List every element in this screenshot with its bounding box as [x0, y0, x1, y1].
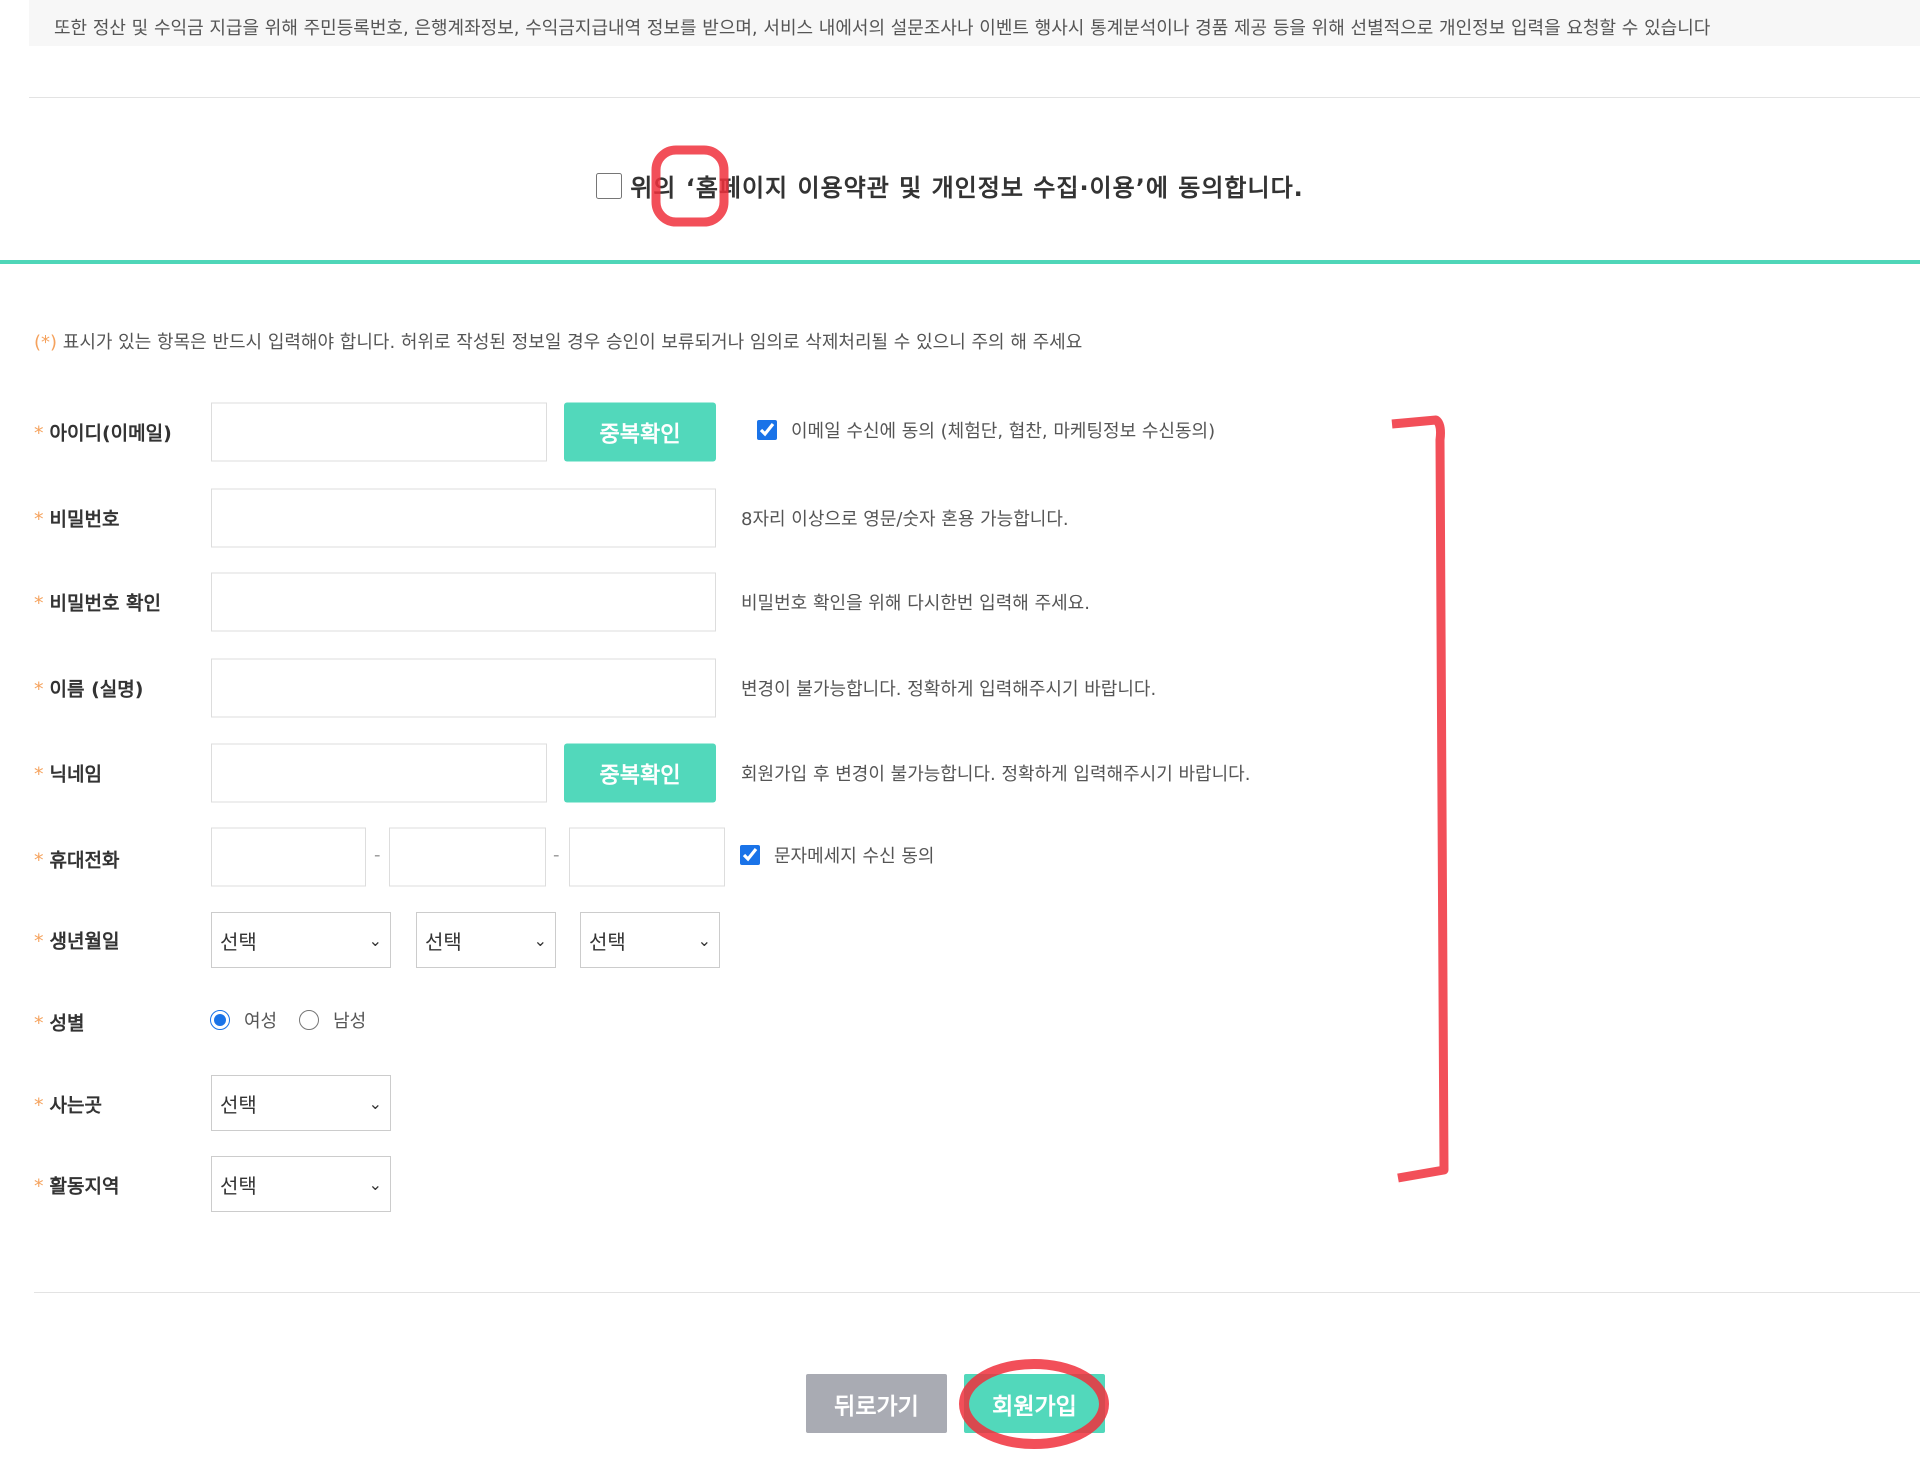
required-star: * — [34, 508, 44, 531]
chevron-down-icon: ⌄ — [368, 1174, 382, 1194]
residence-select[interactable]: 선택 ⌄ — [211, 1075, 391, 1131]
label-text: 아이디(이메일) — [49, 422, 172, 445]
id-duplicate-check-button[interactable]: 중복확인 — [564, 402, 716, 462]
phone-part2-input[interactable] — [389, 827, 546, 887]
divider — [34, 1292, 1920, 1293]
id-input[interactable] — [211, 402, 547, 462]
join-button[interactable]: 회원가입 — [964, 1374, 1105, 1433]
gender-male-radio[interactable] — [299, 1010, 320, 1030]
label-residence: * 사는곳 — [34, 1091, 102, 1118]
password-confirm-hint: 비밀번호 확인을 위해 다시한번 입력해 주세요. — [741, 593, 1090, 614]
birth-year-select[interactable]: 선택 ⌄ — [211, 912, 391, 968]
chevron-down-icon: ⌄ — [368, 930, 382, 950]
label-nickname: * 닉네임 — [34, 760, 102, 787]
email-consent: 이메일 수신에 동의 (체험단, 협찬, 마케팅정보 수신동의) — [757, 417, 1215, 443]
terms-text-box: 또한 정산 및 수익금 지급을 위해 주민등록번호, 은행계좌정보, 수익금지급… — [29, 0, 1920, 46]
label-password-confirm: * 비밀번호 확인 — [34, 589, 161, 616]
label-phone: * 휴대전화 — [34, 846, 119, 873]
label-gender: * 성별 — [34, 1009, 84, 1036]
password-confirm-input[interactable] — [211, 572, 716, 632]
label-text: 닉네임 — [49, 763, 102, 786]
phone-part3-input[interactable] — [569, 827, 725, 887]
required-star: * — [34, 1094, 44, 1117]
nickname-input[interactable] — [211, 743, 547, 803]
label-text: 휴대전화 — [49, 849, 120, 872]
name-hint: 변경이 불가능합니다. 정확하게 입력해주시기 바랍니다. — [741, 679, 1157, 700]
notice-text: 표시가 있는 항목은 반드시 입력해야 합니다. 허위로 작성된 정보일 경우 … — [57, 332, 1083, 353]
label-id: * 아이디(이메일) — [34, 419, 172, 446]
terms-agree-checkbox[interactable] — [596, 172, 623, 199]
section-divider — [0, 260, 1920, 264]
password-hint: 8자리 이상으로 영문/숫자 혼용 가능합니다. — [741, 509, 1069, 530]
select-value: 선택 — [589, 929, 626, 954]
required-star: (*) — [34, 332, 58, 353]
divider — [29, 97, 1920, 98]
email-consent-label: 이메일 수신에 동의 (체험단, 협찬, 마케팅정보 수신동의) — [791, 421, 1216, 442]
required-star: * — [34, 1175, 44, 1198]
phone-separator: - — [553, 844, 560, 866]
terms-agree-label: 위의 ‘홈페이지 이용약관 및 개인정보 수집·이용’에 동의합니다. — [630, 174, 1304, 202]
label-text: 비밀번호 — [49, 508, 120, 531]
label-password: * 비밀번호 — [34, 505, 119, 532]
label-text: 이름 (실명) — [49, 678, 144, 701]
label-text: 사는곳 — [49, 1094, 102, 1117]
back-button[interactable]: 뒤로가기 — [806, 1374, 947, 1433]
required-star: * — [34, 592, 44, 615]
required-star: * — [34, 930, 44, 953]
required-star: * — [34, 763, 44, 786]
terms-text: 또한 정산 및 수익금 지급을 위해 주민등록번호, 은행계좌정보, 수익금지급… — [54, 18, 1711, 39]
label-text: 성별 — [49, 1012, 85, 1035]
label-text: 생년월일 — [49, 930, 120, 953]
phone-part1-input[interactable] — [211, 827, 366, 887]
label-area: * 활동지역 — [34, 1172, 119, 1199]
required-notice: (*) 표시가 있는 항목은 반드시 입력해야 합니다. 허위로 작성된 정보일… — [34, 328, 1082, 354]
required-star: * — [34, 849, 44, 872]
red-annotation-marks — [651, 145, 1449, 1449]
label-text: 비밀번호 확인 — [49, 592, 162, 615]
sms-consent-checkbox[interactable] — [740, 845, 760, 865]
birth-month-select[interactable]: 선택 ⌄ — [416, 912, 556, 968]
name-input[interactable] — [211, 658, 716, 718]
select-value: 선택 — [220, 1173, 257, 1198]
label-birth: * 생년월일 — [34, 927, 119, 954]
label-name: * 이름 (실명) — [34, 675, 143, 702]
select-value: 선택 — [220, 1092, 257, 1117]
nickname-duplicate-check-button[interactable]: 중복확인 — [564, 743, 716, 803]
required-star: * — [34, 1012, 44, 1035]
radio-label: 여성 — [244, 1011, 278, 1032]
required-star: * — [34, 422, 44, 445]
phone-separator: - — [374, 844, 381, 866]
radio-label: 남성 — [333, 1011, 367, 1032]
sms-consent: 문자메세지 수신 동의 — [740, 842, 934, 868]
nickname-hint: 회원가입 후 변경이 불가능합니다. 정확하게 입력해주시기 바랍니다. — [741, 764, 1251, 785]
gender-radio-group: 여성 남성 — [210, 1007, 366, 1033]
birth-day-select[interactable]: 선택 ⌄ — [580, 912, 720, 968]
email-consent-checkbox[interactable] — [757, 420, 777, 440]
required-star: * — [34, 678, 44, 701]
area-select[interactable]: 선택 ⌄ — [211, 1156, 391, 1212]
sms-consent-label: 문자메세지 수신 동의 — [774, 846, 935, 867]
chevron-down-icon: ⌄ — [697, 930, 711, 950]
annotation-bracket — [1391, 415, 1449, 1183]
gender-female-radio[interactable] — [210, 1010, 230, 1030]
select-value: 선택 — [220, 929, 257, 954]
select-value: 선택 — [425, 929, 462, 954]
chevron-down-icon: ⌄ — [533, 930, 547, 950]
chevron-down-icon: ⌄ — [368, 1093, 382, 1113]
label-text: 활동지역 — [49, 1175, 120, 1198]
terms-agree: 위의 ‘홈페이지 이용약관 및 개인정보 수집·이용’에 동의합니다. — [0, 168, 1920, 203]
password-input[interactable] — [211, 488, 716, 548]
